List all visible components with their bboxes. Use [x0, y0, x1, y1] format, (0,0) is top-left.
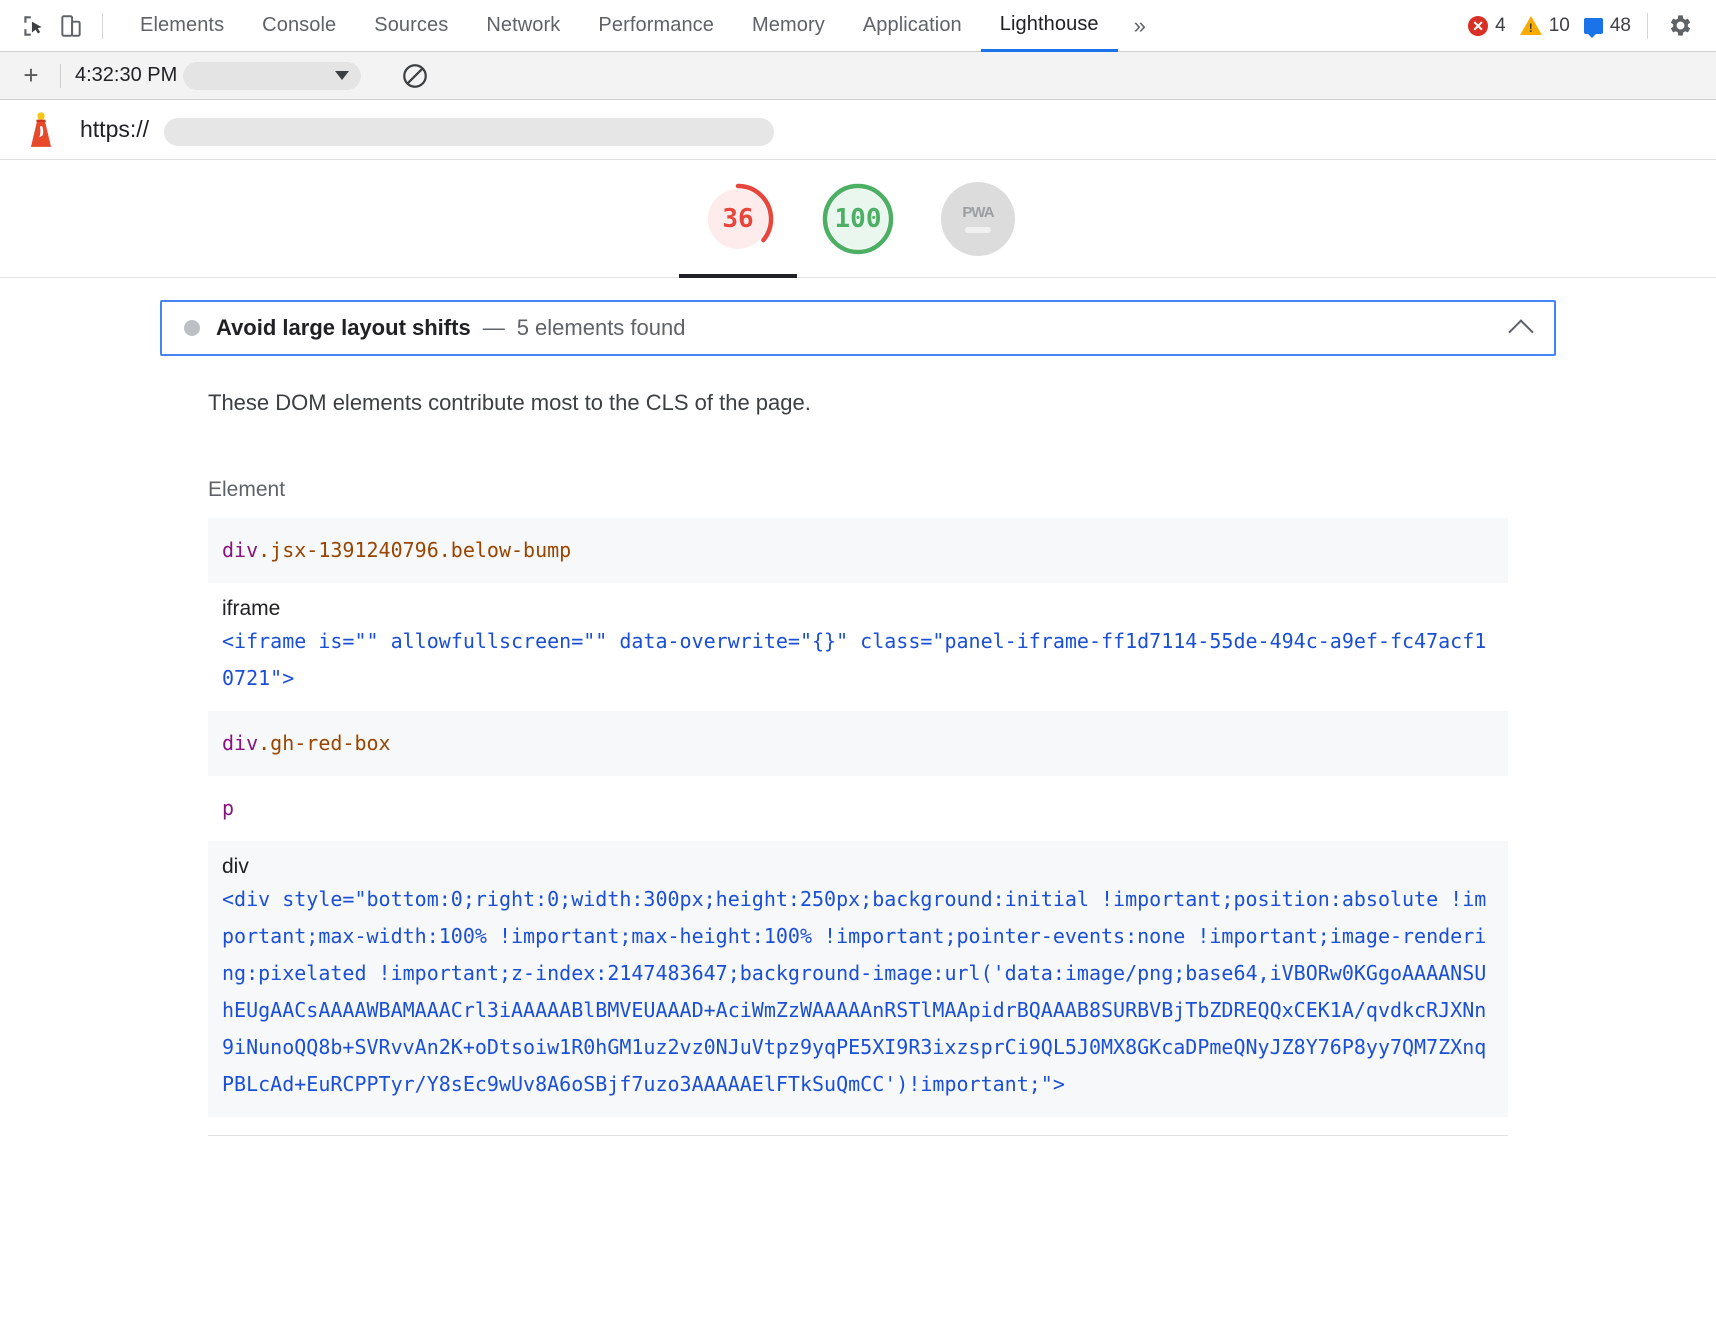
gauge-pwa-ring: PWA — [941, 181, 1015, 256]
redacted-url — [164, 118, 774, 146]
audit-status-dot-icon — [184, 320, 200, 336]
tab-elements[interactable]: Elements — [121, 0, 243, 52]
selector-tag: p — [222, 796, 235, 820]
more-tabs-icon[interactable]: » — [1118, 0, 1162, 52]
toolbar-divider — [102, 12, 103, 39]
table-row[interactable]: iframe <iframe is="" allowfullscreen="" … — [208, 583, 1508, 711]
gauge-best-practices-score: 100 — [834, 203, 882, 234]
gauge-pwa-label: PWA — [962, 204, 994, 221]
table-row[interactable]: p — [208, 776, 1508, 841]
audit-subtitle: 5 elements found — [516, 315, 686, 340]
table-row[interactable]: div <div style="bottom:0;right:0;width:3… — [208, 841, 1508, 1117]
info-counter[interactable]: 48 — [1583, 14, 1631, 38]
tab-performance[interactable]: Performance — [579, 0, 733, 52]
element-node-label: div — [222, 855, 249, 878]
gauge-pwa[interactable]: PWA — [941, 181, 1015, 256]
gauge-selected-indicator — [679, 273, 797, 278]
report-timestamp: 4:32:30 PM — [75, 64, 178, 86]
warning-icon — [1519, 16, 1542, 35]
lighthouse-logo-icon — [30, 111, 52, 147]
devtools-tab-list: Elements Console Sources Network Perform… — [121, 0, 1162, 52]
devtools-status-area: ✕ 4 10 48 — [1468, 7, 1702, 45]
column-header-element: Element — [208, 478, 286, 501]
audited-url-bar: https:// — [0, 100, 1716, 160]
category-gauges: 36 100 PWA — [0, 160, 1716, 278]
tab-network[interactable]: Network — [467, 0, 579, 52]
lighthouse-report-body: Avoid large layout shifts — 5 elements f… — [0, 278, 1716, 1136]
report-select[interactable] — [183, 61, 373, 90]
tab-sources[interactable]: Sources — [355, 0, 467, 52]
error-icon: ✕ — [1468, 15, 1489, 36]
gauge-performance[interactable]: 36 — [679, 182, 797, 278]
clear-report-icon — [403, 63, 428, 88]
element-node-snippet: <iframe is="" allowfullscreen="" data-ov… — [222, 629, 1487, 690]
warning-counter[interactable]: 10 — [1519, 14, 1570, 37]
element-selector: p — [222, 790, 1494, 827]
clear-all-button[interactable] — [401, 62, 429, 90]
gauge-best-practices[interactable]: 100 — [821, 182, 895, 256]
gauge-pwa-score-dash — [965, 227, 991, 233]
audit-title: Avoid large layout shifts — [216, 315, 471, 340]
info-message-icon — [1583, 17, 1603, 38]
selector-tag: div — [222, 731, 259, 755]
lighthouse-toolbar: + 4:32:30 PM — [0, 52, 1716, 100]
table-row[interactable]: div.jsx-1391240796.below-bump — [208, 518, 1508, 583]
selector-classes: .jsx-1391240796.below-bump — [258, 538, 572, 562]
tab-application[interactable]: Application — [844, 0, 981, 52]
chevron-down-icon — [335, 71, 350, 80]
audit-description: These DOM elements contribute most to th… — [208, 390, 811, 415]
element-node-label: iframe — [222, 597, 281, 620]
tab-lighthouse[interactable]: Lighthouse — [980, 0, 1118, 52]
audit-body: These DOM elements contribute most to th… — [160, 356, 1556, 502]
new-audit-button[interactable]: + — [14, 59, 48, 93]
error-count: 4 — [1495, 14, 1506, 36]
section-divider — [208, 1135, 1508, 1136]
audited-url: https:// — [80, 116, 774, 146]
audit-header[interactable]: Avoid large layout shifts — 5 elements f… — [160, 300, 1556, 356]
toolbar-divider — [60, 63, 61, 88]
devtools-tabbar: Elements Console Sources Network Perform… — [0, 0, 1716, 52]
element-selector: div.jsx-1391240796.below-bump — [222, 532, 1494, 569]
audit-card-layout-shifts: Avoid large layout shifts — 5 elements f… — [160, 300, 1556, 1136]
device-toolbar-icon[interactable] — [52, 7, 90, 45]
audit-separator: — — [482, 315, 505, 340]
audit-rows: div.jsx-1391240796.below-bump iframe <if… — [160, 502, 1556, 1117]
selector-tag: div — [222, 538, 259, 562]
table-row[interactable]: div.gh-red-box — [208, 711, 1508, 776]
error-counter[interactable]: ✕ 4 — [1468, 15, 1506, 37]
element-node-snippet: <div style="bottom:0;right:0;width:300px… — [222, 887, 1487, 1096]
warning-count: 10 — [1548, 14, 1570, 36]
status-divider — [1647, 12, 1648, 39]
gauge-performance-score: 36 — [722, 203, 754, 234]
info-count: 48 — [1609, 14, 1631, 36]
inspect-element-icon[interactable] — [14, 7, 52, 45]
chevron-up-icon[interactable] — [1508, 319, 1534, 345]
gauge-best-practices-ring: 100 — [821, 182, 895, 256]
element-selector: div.gh-red-box — [222, 725, 1494, 762]
tab-memory[interactable]: Memory — [733, 0, 844, 52]
tab-console[interactable]: Console — [243, 0, 355, 52]
selector-classes: .gh-red-box — [258, 731, 391, 755]
gauge-performance-ring: 36 — [701, 182, 775, 256]
gear-icon[interactable] — [1660, 7, 1698, 45]
